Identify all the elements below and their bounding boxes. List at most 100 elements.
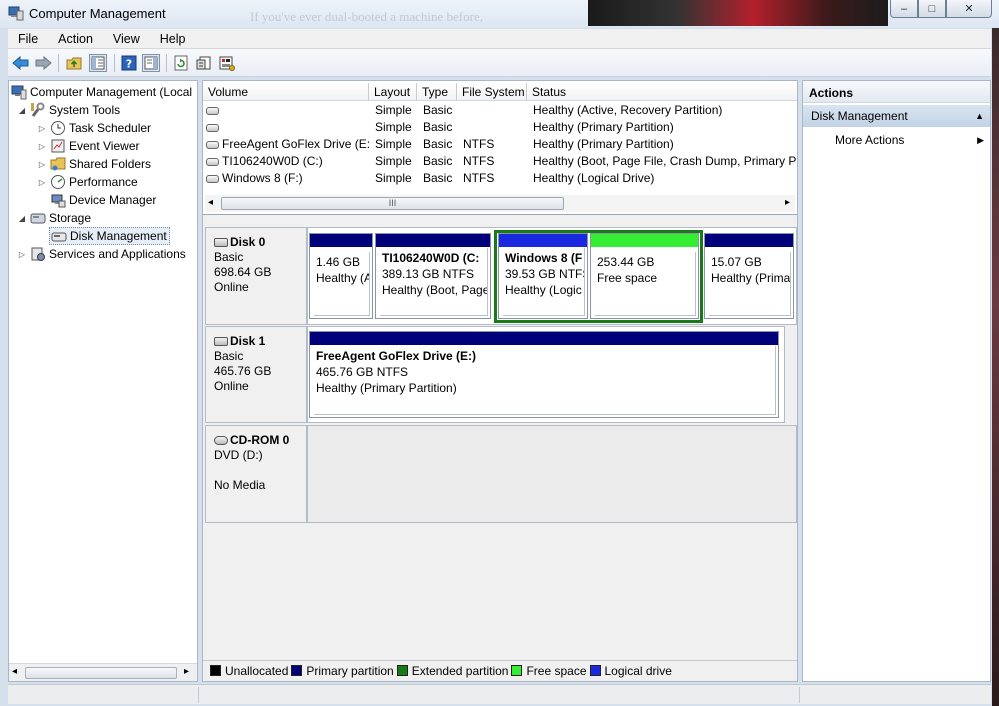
tree-item-label: Performance — [69, 175, 138, 189]
disk-management-pane: Volume Layout Type File System Status Si… — [202, 80, 798, 682]
menu-help[interactable]: Help — [150, 32, 196, 46]
expand-triangle-icon[interactable]: ◢ — [17, 105, 27, 115]
volume-row[interactable]: FreeAgent GoFlex Drive (E:) Simple Basic… — [203, 136, 797, 153]
tree-item-services-and-applications[interactable]: ▷ Services and Applications — [17, 245, 186, 263]
volume-icon — [206, 124, 219, 132]
up-folder-icon[interactable] — [65, 54, 83, 72]
scroll-left-arrow-icon[interactable]: ◂ — [208, 197, 213, 208]
expand-triangle-icon[interactable]: ▷ — [37, 141, 47, 151]
disk-settings-icon[interactable] — [218, 54, 236, 72]
expand-triangle-icon[interactable]: ▷ — [17, 249, 27, 259]
partition-e-drive[interactable]: FreeAgent GoFlex Drive (E:) 465.76 GB NT… — [309, 331, 779, 418]
volume-layout: Simple — [375, 171, 412, 185]
disk-state: Online — [214, 379, 249, 393]
menu-action[interactable]: Action — [48, 32, 103, 46]
volume-row[interactable]: Simple Basic Healthy (Primary Partition) — [203, 119, 797, 136]
partition-status: Healthy (Logic — [505, 283, 582, 297]
show-hide-action-pane-icon[interactable] — [142, 54, 160, 72]
back-arrow-icon[interactable] — [12, 54, 30, 72]
tree-item-computer-management[interactable]: Computer Management (Local — [11, 83, 192, 101]
toolbar: ? — [8, 49, 991, 77]
more-actions-link[interactable]: More Actions — [835, 133, 904, 147]
expand-triangle-icon[interactable]: ◢ — [17, 213, 27, 223]
actions-pane: Actions Disk Management ▲ More Actions ▶ — [802, 80, 991, 682]
partition-size: 389.13 GB NTFS — [382, 267, 475, 281]
legend-label: Extended partition — [411, 663, 509, 678]
background-window-text: If you've ever dual-booted a machine bef… — [250, 9, 483, 24]
partition-free-space[interactable]: 253.44 GB Free space — [590, 233, 699, 319]
tree-item-label: Event Viewer — [69, 139, 140, 153]
title-bar[interactable]: Computer Management If you've ever dual-… — [0, 0, 999, 28]
menu-bar: File Action View Help — [8, 29, 991, 49]
minimize-button[interactable]: – — [890, 0, 918, 18]
partition-recovery[interactable]: 1.46 GB Healthy (A — [309, 233, 373, 319]
partition-color-bar — [705, 234, 793, 247]
disk-state: Online — [214, 280, 249, 294]
tree-item-shared-folders[interactable]: ▷ Shared Folders — [37, 155, 151, 173]
legend-label: Free space — [526, 663, 587, 678]
volume-row[interactable]: TI106240W0D (C:) Simple Basic NTFS Healt… — [203, 153, 797, 170]
toolbar-separator — [58, 54, 59, 72]
disk-1-label[interactable]: Disk 1 Basic 465.76 GB Online — [205, 326, 307, 423]
volume-icon — [206, 158, 219, 166]
volume-row[interactable]: Simple Basic Healthy (Active, Recovery P… — [203, 102, 797, 119]
column-header-status[interactable]: Status — [527, 83, 797, 101]
expand-triangle-icon[interactable]: ▷ — [37, 159, 47, 169]
status-segment — [799, 687, 800, 703]
partition-status: Healthy (Boot, Page — [382, 283, 488, 297]
event-viewer-icon — [50, 138, 66, 154]
menu-file[interactable]: File — [8, 32, 48, 46]
partition-c-drive[interactable]: TI106240W0D (C: 389.13 GB NTFS Healthy (… — [375, 233, 491, 319]
collapse-arrow-icon[interactable]: ▲ — [975, 111, 984, 121]
disk-size — [214, 463, 306, 478]
disk-kind: Basic — [214, 250, 244, 264]
cd-rom-0-label[interactable]: CD-ROM 0 DVD (D:) No Media — [205, 425, 307, 523]
tree-item-system-tools[interactable]: ◢ System Tools — [17, 101, 120, 119]
scroll-left-arrow-icon[interactable]: ◂ — [12, 666, 17, 677]
column-header-volume[interactable]: Volume — [203, 83, 369, 101]
column-header-type[interactable]: Type — [417, 83, 457, 101]
column-header-file-system[interactable]: File System — [457, 83, 527, 101]
close-button[interactable]: ✕ — [946, 0, 992, 18]
show-hide-tree-icon[interactable] — [89, 54, 107, 72]
expand-triangle-icon[interactable]: ▷ — [37, 123, 47, 133]
tree-item-task-scheduler[interactable]: ▷ Task Scheduler — [37, 119, 151, 137]
volume-type: Basic — [423, 103, 453, 117]
volume-list-horizontal-scrollbar[interactable]: ◂ III ▸ — [205, 195, 795, 212]
tree-item-event-viewer[interactable]: ▷ Event Viewer — [37, 137, 140, 155]
volume-type: Basic — [423, 171, 453, 185]
actions-section-disk-management[interactable]: Disk Management ▲ — [803, 105, 990, 127]
expand-triangle-icon[interactable]: ▷ — [37, 177, 47, 187]
volume-icon — [206, 107, 219, 115]
scroll-right-arrow-icon[interactable]: ▸ — [184, 666, 189, 677]
partition-windows-8[interactable]: Windows 8 (F 39.53 GB NTFS Healthy (Logi… — [498, 233, 588, 319]
refresh-icon[interactable] — [172, 54, 190, 72]
scroll-right-arrow-icon[interactable]: ▸ — [785, 197, 790, 208]
menu-view[interactable]: View — [103, 32, 150, 46]
volume-scroll-thumb[interactable]: III — [221, 197, 564, 210]
properties-icon[interactable] — [195, 54, 213, 72]
column-header-layout[interactable]: Layout — [369, 83, 417, 101]
disk-0-label[interactable]: Disk 0 Basic 698.64 GB Online — [205, 227, 307, 325]
tree-item-storage[interactable]: ◢ Storage — [17, 209, 91, 227]
tree-scroll-thumb[interactable] — [25, 667, 177, 679]
actions-section-title: Disk Management — [811, 109, 908, 123]
legend-label: Primary partition — [306, 663, 394, 678]
svg-text:?: ? — [126, 58, 132, 71]
tree-item-device-manager[interactable]: Device Manager — [37, 191, 156, 209]
volume-file-system: NTFS — [463, 154, 495, 168]
tree-horizontal-scrollbar[interactable]: ◂ ▸ — [9, 663, 197, 681]
tree-item-performance[interactable]: ▷ Performance — [37, 173, 138, 191]
help-icon[interactable]: ? — [120, 54, 138, 72]
partition-status: Free space — [597, 271, 658, 285]
volume-row[interactable]: Windows 8 (F:) Simple Basic NTFS Healthy… — [203, 170, 797, 187]
maximize-button[interactable]: □ — [918, 0, 946, 18]
volume-name: FreeAgent GoFlex Drive (E:) — [222, 137, 369, 151]
legend-swatch-extended — [396, 665, 408, 676]
computer-icon — [11, 84, 27, 100]
forward-arrow-icon[interactable] — [34, 54, 52, 72]
tree-item-disk-management[interactable]: Disk Management — [49, 227, 170, 245]
partition-oem[interactable]: 15.07 GB Healthy (Prima — [704, 233, 794, 319]
tree-item-label: Computer Management (Local — [30, 85, 193, 99]
volume-list: Volume Layout Type File System Status Si… — [203, 81, 797, 215]
